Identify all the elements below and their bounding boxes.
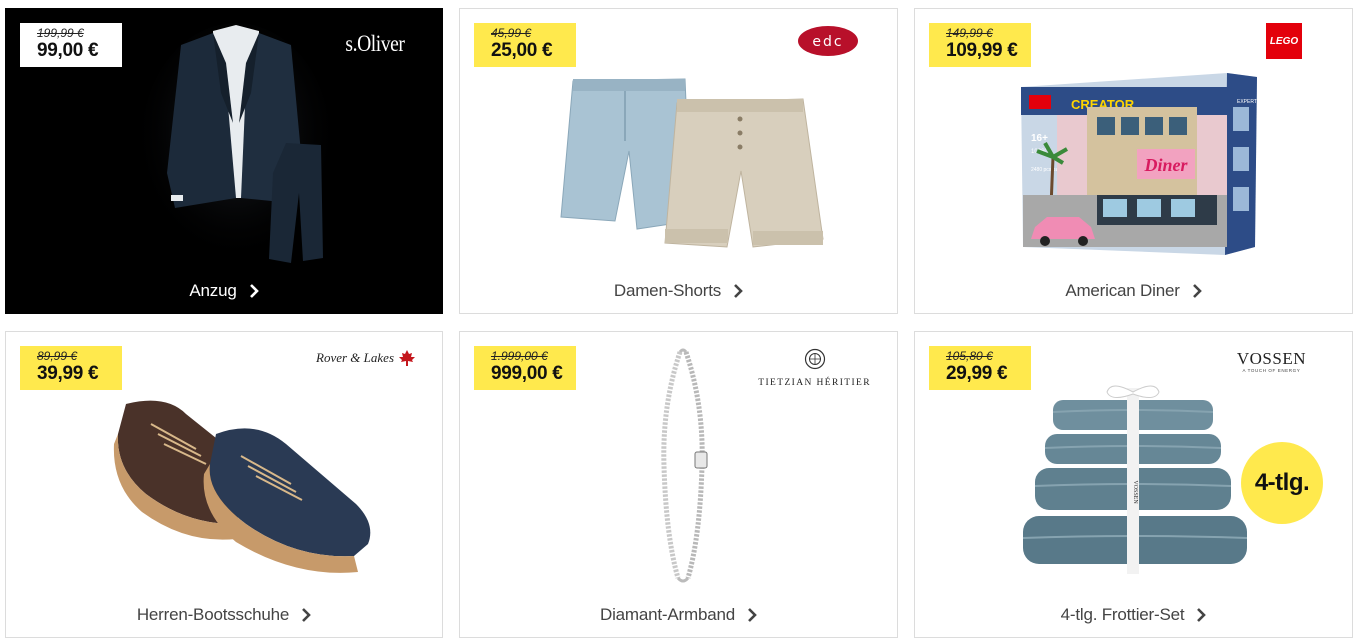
old-price: 1.999,00 € — [491, 349, 548, 363]
sale-price: 999,00 € — [491, 363, 563, 384]
bracelet-image — [661, 348, 708, 583]
brand-logo-soliver: s.Oliver — [344, 31, 404, 56]
set-count-badge: 4-tlg. — [1241, 442, 1323, 524]
brand-logo-vossen: VOSSEN A TOUCH OF ENERGY — [1236, 349, 1306, 374]
brand-logo-edc: edc — [798, 26, 858, 56]
sale-price: 99,00 € — [37, 40, 99, 61]
brand-emblem-icon — [804, 348, 825, 370]
towels-image: VOSSEN — [1022, 385, 1248, 574]
lego-box-image: CREATOR 16+ 10260 2480 pcs/pzs EXPERT Di… — [1021, 73, 1257, 255]
label-text: Damen-Shorts — [613, 281, 722, 300]
old-price: 45,99 € — [491, 26, 532, 40]
svg-text:16+: 16+ — [1031, 133, 1048, 144]
svg-text:EXPERT: EXPERT — [1237, 99, 1257, 105]
suit-image — [141, 23, 331, 263]
price-tag: 199,99 € 99,00 € — [20, 23, 122, 67]
product-card-damen-shorts[interactable]: 45,99 € 25,00 € edc Damen-Shorts — [459, 8, 898, 314]
label-text: Diamant-Armband — [600, 605, 735, 624]
product-card-american-diner[interactable]: 149,99 € 109,99 € LEGO CREATOR 16+ 10260… — [914, 8, 1353, 314]
chevron-right-icon — [249, 284, 259, 298]
brand-logo-rover-lakes: Rover & Lakes — [316, 349, 416, 367]
label-text: American Diner — [1065, 281, 1180, 300]
product-label[interactable]: Diamant-Armband — [460, 605, 897, 625]
product-card-herren-bootsschuhe[interactable]: 89,99 € 39,99 € Rover & Lakes Herren-Boo… — [5, 331, 443, 638]
brand-logo-lego: LEGO — [1266, 23, 1302, 59]
product-card-anzug[interactable]: 199,99 € 99,00 € s.Oliver Anzug — [5, 8, 443, 314]
chevron-right-icon — [1197, 608, 1207, 622]
svg-text:2480 pcs/pzs: 2480 pcs/pzs — [1031, 167, 1061, 173]
old-price: 89,99 € — [37, 349, 78, 363]
old-price: 149,99 € — [946, 26, 993, 40]
price-tag: 1.999,00 € 999,00 € — [474, 346, 576, 390]
price-tag: 149,99 € 109,99 € — [929, 23, 1031, 67]
boat-shoes-image — [113, 400, 371, 573]
shorts-image — [560, 78, 824, 248]
product-card-diamant-armband[interactable]: 1.999,00 € 999,00 € TIETZIAN HÉRITIER Di… — [459, 331, 898, 638]
sale-price: 39,99 € — [37, 363, 99, 384]
product-label[interactable]: Anzug — [6, 281, 442, 301]
old-price: 105,80 € — [946, 349, 993, 363]
product-label[interactable]: Damen-Shorts — [460, 281, 897, 301]
sale-price: 25,00 € — [491, 40, 553, 61]
label-text: Anzug — [189, 281, 237, 300]
price-tag: 89,99 € 39,99 € — [20, 346, 122, 390]
product-card-frottier-set[interactable]: 105,80 € 29,99 € VOSSEN A TOUCH OF ENERG… — [914, 331, 1353, 638]
maple-leaf-icon — [399, 350, 415, 366]
chevron-right-icon — [748, 608, 757, 622]
sale-price: 109,99 € — [946, 40, 1018, 61]
svg-text:edc: edc — [812, 34, 843, 50]
price-tag: 45,99 € 25,00 € — [474, 23, 576, 67]
product-label[interactable]: American Diner — [915, 281, 1352, 301]
product-label[interactable]: Herren-Bootsschuhe — [6, 605, 442, 625]
label-text: 4-tlg. Frottier-Set — [1060, 605, 1185, 624]
brand-logo-tietzian: TIETZIAN HÉRITIER — [758, 348, 871, 390]
old-price: 199,99 € — [37, 26, 84, 40]
chevron-right-icon — [734, 284, 743, 298]
chevron-right-icon — [302, 608, 311, 622]
svg-text:Diner: Diner — [1143, 155, 1188, 175]
svg-text:VOSSEN: VOSSEN — [1132, 480, 1138, 504]
product-label[interactable]: 4-tlg. Frottier-Set — [915, 605, 1352, 625]
label-text: Herren-Bootsschuhe — [136, 605, 290, 624]
chevron-right-icon — [1192, 284, 1202, 298]
